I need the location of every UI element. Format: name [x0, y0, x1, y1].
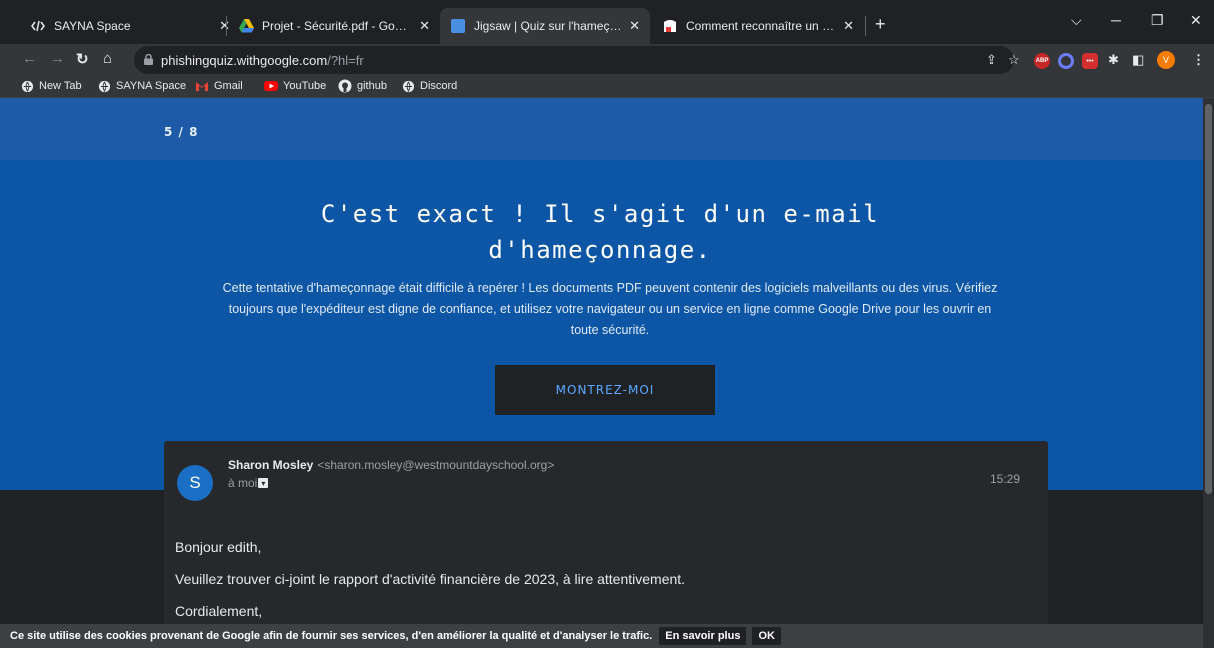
url-host: phishingquiz.withgoogle.com: [161, 52, 328, 68]
close-window-icon[interactable]: ✕: [1190, 12, 1202, 29]
profile-avatar[interactable]: V: [1157, 51, 1175, 69]
article-icon: [662, 18, 678, 34]
bookmarks-bar: New Tab SAYNA Space Gmail YouTube github…: [0, 76, 1214, 98]
bookmark-gmail[interactable]: Gmail: [195, 79, 243, 93]
close-tab-icon[interactable]: ✕: [629, 18, 640, 34]
restore-icon[interactable]: ❐: [1151, 12, 1164, 29]
email-time: 15:29: [989, 472, 1020, 486]
lock-icon[interactable]: [144, 53, 153, 68]
email-preview: S Sharon Mosley <sharon.mosley@westmountd…: [164, 441, 1048, 648]
page-scrollbar[interactable]: [1203, 98, 1214, 648]
sayna-icon: [30, 18, 46, 34]
jigsaw-icon: [450, 18, 466, 34]
tab-jigsaw-quiz[interactable]: Jigsaw | Quiz sur l'hameçonnage ✕: [440, 8, 650, 44]
quiz-progress: 5 / 8: [164, 125, 199, 139]
bookmark-new-tab[interactable]: New Tab: [20, 79, 82, 93]
learn-more-button[interactable]: En savoir plus: [659, 627, 747, 645]
forward-arrow-icon[interactable]: →: [50, 50, 65, 67]
sender-avatar: S: [177, 465, 213, 501]
github-icon: [338, 79, 352, 93]
globe-icon: [401, 79, 415, 93]
recipient-dropdown-icon[interactable]: ▾: [258, 478, 269, 488]
bookmark-label: New Tab: [39, 80, 82, 92]
result-explanation: Cette tentative d'hameçonnage était diff…: [222, 281, 998, 337]
tab-separator: [226, 16, 227, 36]
scrollbar-thumb[interactable]: [1205, 104, 1212, 494]
extensions-puzzle-icon[interactable]: ✱: [1108, 52, 1119, 68]
bookmark-label: YouTube: [283, 80, 327, 92]
google-drive-icon: [238, 18, 254, 34]
progress-header: 5 / 8: [0, 98, 1203, 160]
globe-icon: [97, 79, 111, 93]
email-recipient: à moi ▾: [228, 476, 269, 490]
tab-title: Projet - Sécurité.pdf - Google Dri: [262, 19, 413, 33]
bookmark-label: Gmail: [214, 80, 243, 92]
url-path: /?hl=fr: [327, 52, 364, 68]
bookmark-discord[interactable]: Discord: [401, 79, 457, 93]
email-sender: Sharon Mosley <sharon.mosley@westmountday…: [228, 458, 554, 472]
globe-icon: [20, 79, 34, 93]
recipient-label: à moi: [228, 476, 258, 490]
address-bar[interactable]: phishingquiz.withgoogle.com/?hl=fr: [134, 46, 1014, 74]
bookmark-github[interactable]: github: [338, 79, 387, 93]
page-viewport: 5 / 8 C'est exact ! Il s'agit d'un e-mai…: [0, 98, 1203, 648]
cookie-ok-button[interactable]: OK: [752, 627, 781, 645]
share-icon[interactable]: ⇪: [986, 52, 997, 68]
home-icon[interactable]: ⌂: [103, 50, 112, 67]
tab-google-drive[interactable]: Projet - Sécurité.pdf - Google Dri ✕: [228, 8, 440, 44]
more-extension-icon[interactable]: •••: [1082, 53, 1098, 69]
close-tab-icon[interactable]: ✕: [419, 18, 430, 34]
tab-article[interactable]: Comment reconnaître un mail de ✕: [652, 8, 864, 44]
adblock-plus-icon[interactable]: ABP: [1034, 53, 1050, 69]
tab-title: Comment reconnaître un mail de: [686, 19, 838, 33]
tab-sayna-space[interactable]: SAYNA Space ✕: [20, 8, 240, 44]
menu-kebab-icon[interactable]: ⋮: [1192, 52, 1205, 68]
bookmark-label: github: [357, 80, 387, 92]
headline-line: C'est exact ! Il s'agit d'un e-mail: [320, 200, 880, 228]
tab-separator: [865, 16, 866, 36]
cookie-banner: Ce site utilise des cookies provenant de…: [0, 624, 1203, 648]
tab-title: Jigsaw | Quiz sur l'hameçonnage: [474, 19, 623, 33]
bookmark-youtube[interactable]: YouTube: [264, 79, 326, 93]
back-arrow-icon[interactable]: ←: [22, 50, 37, 67]
bookmark-star-icon[interactable]: ☆: [1008, 52, 1020, 68]
bookmark-sayna-space[interactable]: SAYNA Space: [97, 79, 186, 93]
sender-name: Sharon Mosley: [228, 458, 314, 472]
result-headline: C'est exact ! Il s'agit d'un e-mail d'ha…: [200, 196, 1000, 268]
email-body-line: Cordialement,: [175, 603, 263, 619]
youtube-icon: [264, 79, 278, 93]
show-me-button[interactable]: MONTREZ-MOI: [495, 365, 715, 415]
browser-toolbar: ← → ↻ ⌂ phishingquiz.withgoogle.com/?hl=…: [0, 44, 1214, 76]
bookmark-label: SAYNA Space: [116, 80, 187, 92]
sender-address: <sharon.mosley@westmountdayschool.org>: [317, 458, 555, 472]
side-panel-icon[interactable]: ◧: [1132, 52, 1144, 68]
color-extension-icon[interactable]: [1058, 53, 1074, 69]
new-tab-icon[interactable]: +: [875, 14, 886, 35]
email-body-line: Veuillez trouver ci-joint le rapport d'a…: [175, 571, 686, 587]
email-body-line: Bonjour edith,: [175, 539, 262, 555]
reload-icon[interactable]: ↻: [76, 50, 89, 68]
gmail-icon: [195, 79, 209, 93]
cookie-notice-text: Ce site utilise des cookies provenant de…: [10, 630, 653, 642]
minimize-icon[interactable]: ─: [1111, 12, 1121, 28]
close-tab-icon[interactable]: ✕: [843, 18, 854, 34]
tab-title: SAYNA Space: [54, 19, 131, 33]
bookmark-label: Discord: [420, 80, 458, 92]
tab-strip: SAYNA Space ✕ Projet - Sécurité.pdf - Go…: [0, 0, 1214, 44]
tab-search-icon[interactable]: ⌵: [1071, 12, 1082, 29]
headline-line: d'hameçonnage.: [488, 236, 712, 264]
